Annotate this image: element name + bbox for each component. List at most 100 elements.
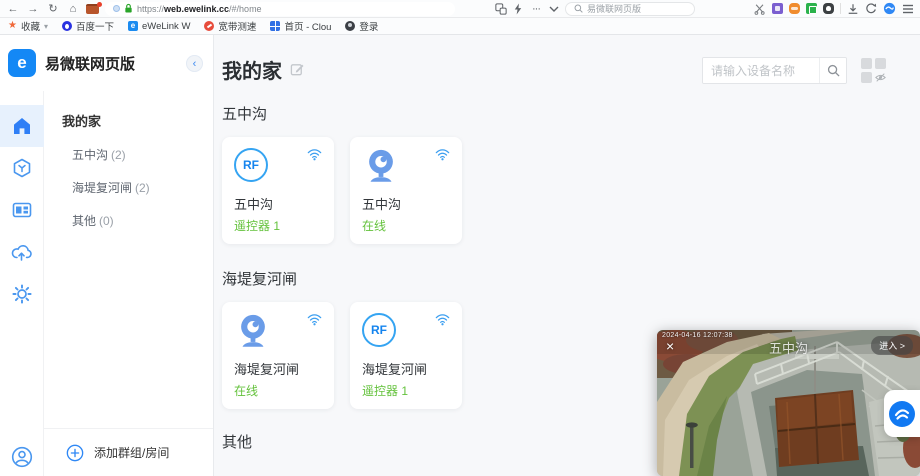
wifi-icon <box>307 313 322 326</box>
browser-search-box[interactable]: 易微联网页版 <box>565 2 695 16</box>
forward-icon[interactable]: → <box>26 0 40 18</box>
home-browser-icon[interactable]: ⌂ <box>66 0 80 18</box>
room-section: 五中沟 RF 五中沟 遥控器 1 <box>222 103 920 244</box>
screen: ← → ↻ ⌂ https://web.ewelink.cc/#/home ··… <box>0 0 920 476</box>
dashboard-icon <box>12 200 32 220</box>
star-icon: ★ <box>8 21 17 31</box>
enter-camera-button[interactable]: 进入 > <box>871 336 913 355</box>
sidebar-item-room-2[interactable]: 海堤复河闸(2) <box>62 179 213 196</box>
room-count: (2) <box>135 181 150 195</box>
bookmark-login[interactable]: 登录 <box>345 19 378 33</box>
gamepad-extension-icon[interactable] <box>789 3 800 14</box>
device-card[interactable]: RF 五中沟 遥控器 1 <box>222 137 334 244</box>
nav-devices[interactable] <box>0 189 44 231</box>
undo-icon[interactable] <box>865 3 877 15</box>
bookmark-label: 百度一下 <box>76 19 114 33</box>
download-icon[interactable] <box>847 3 859 15</box>
bookmark-ewelink[interactable]: e eWeLink W <box>128 21 190 32</box>
bookmark-label: eWeLink W <box>142 21 190 32</box>
sidebar-body: 我的家 五中沟(2) 海堤复河闸(2) 其他(0) 添加群组/房间 <box>0 91 213 476</box>
device-card[interactable]: 海堤复河闸 在线 <box>222 302 334 409</box>
page-title: 我的家 <box>222 55 282 84</box>
url-bar[interactable]: https://web.ewelink.cc/#/home <box>105 2 455 16</box>
floating-helper-button[interactable] <box>884 390 920 437</box>
device-card[interactable]: 五中沟 在线 <box>350 137 462 244</box>
device-search <box>702 57 847 84</box>
more-tools-icon[interactable]: ··· <box>529 0 543 18</box>
device-search-input[interactable] <box>703 58 819 83</box>
device-status: 遥控器 1 <box>362 382 450 399</box>
room-count: (2) <box>111 148 126 162</box>
sidebar-item-room-1[interactable]: 五中沟(2) <box>62 146 213 163</box>
add-group-room-label: 添加群组/房间 <box>94 444 169 461</box>
bookmark-label: 登录 <box>359 19 378 33</box>
browser-search-text: 易微联网页版 <box>587 2 641 15</box>
bookmark-label: 宽带测速 <box>218 19 256 33</box>
menu-icon[interactable] <box>902 4 914 14</box>
view-toggles <box>861 58 886 83</box>
nav-profile[interactable] <box>0 446 44 468</box>
reload-icon[interactable]: ↻ <box>46 0 60 18</box>
device-search-button[interactable] <box>819 58 846 83</box>
camera-device-icon <box>362 148 400 185</box>
scissors-icon[interactable] <box>754 3 766 15</box>
sidebar-item-home[interactable]: 我的家 <box>62 111 213 130</box>
device-name: 五中沟 <box>362 194 450 213</box>
notification-badge <box>97 2 102 7</box>
favorites-label: 收藏 <box>21 19 40 33</box>
favorites-menu[interactable]: ★ 收藏 ▾ <box>8 19 48 33</box>
paw-extension-icon[interactable] <box>823 3 834 14</box>
login-favicon <box>345 21 355 31</box>
nav-scene[interactable] <box>0 147 44 189</box>
camera-preview-overlay[interactable]: 2024-04-16 12:07:38 × 五中沟 进入 > <box>657 330 920 476</box>
briefcase-icon[interactable] <box>86 4 99 14</box>
view-toggle-3[interactable] <box>861 72 872 83</box>
main-header: 我的家 <box>222 35 920 84</box>
bookmarks-bar: ★ 收藏 ▾ 百度一下 e eWeLink W 宽带测速 首页 - Clou 登… <box>0 18 920 35</box>
bookmark-baidu[interactable]: 百度一下 <box>62 19 114 33</box>
site-info-icon[interactable] <box>113 5 120 12</box>
view-toggle-1[interactable] <box>861 58 872 69</box>
camera-device-icon <box>234 313 272 350</box>
lock-icon <box>124 3 133 14</box>
nav-pair-device[interactable] <box>0 231 44 273</box>
gear-icon <box>12 284 32 304</box>
room-count: (0) <box>99 214 114 228</box>
caret-down-icon: ▾ <box>44 22 48 31</box>
rf-device-icon: RF <box>234 148 268 182</box>
eye-off-icon <box>875 72 886 83</box>
device-name: 五中沟 <box>234 194 322 213</box>
grid-favicon <box>270 21 280 31</box>
device-card[interactable]: RF 海堤复河闸 遥控器 1 <box>350 302 462 409</box>
lightning-icon[interactable] <box>513 3 523 15</box>
ewelink-logo: e <box>8 49 36 77</box>
sidebar-item-room-3[interactable]: 其他(0) <box>62 212 213 229</box>
browser-toolbar: ← → ↻ ⌂ https://web.ewelink.cc/#/home ··… <box>0 0 920 18</box>
add-group-room-button[interactable]: 添加群组/房间 <box>44 428 213 476</box>
rf-device-icon: RF <box>362 313 396 347</box>
nav-rail <box>0 91 44 476</box>
chevron-down-icon[interactable] <box>549 6 559 12</box>
app-title: 易微联网页版 <box>45 53 135 74</box>
back-icon[interactable]: ← <box>6 0 20 18</box>
search-icon <box>827 64 840 77</box>
section-title: 五中沟 <box>222 103 920 124</box>
hide-devices-toggle[interactable] <box>875 72 886 83</box>
bookmark-label: 首页 - Clou <box>284 19 331 33</box>
bookmark-speedtest[interactable]: 宽带测速 <box>204 19 256 33</box>
green-extension-icon[interactable] <box>806 3 817 14</box>
plus-circle-icon <box>66 444 84 462</box>
purple-extension-icon[interactable] <box>772 3 783 14</box>
section-title: 海堤复河闸 <box>222 268 920 289</box>
nav-home[interactable] <box>0 105 44 147</box>
edit-icon[interactable] <box>290 62 305 77</box>
nav-settings[interactable] <box>0 273 44 315</box>
collapse-sidebar-button[interactable]: ‹ <box>186 55 203 72</box>
baidu-icon <box>62 21 72 31</box>
translate-icon[interactable] <box>495 3 507 15</box>
bookmark-cloud-home[interactable]: 首页 - Clou <box>270 19 331 33</box>
blue-globe-icon[interactable] <box>883 2 896 15</box>
helper-logo-icon <box>888 400 916 428</box>
view-toggle-2[interactable] <box>875 58 886 69</box>
device-status: 在线 <box>234 382 322 399</box>
